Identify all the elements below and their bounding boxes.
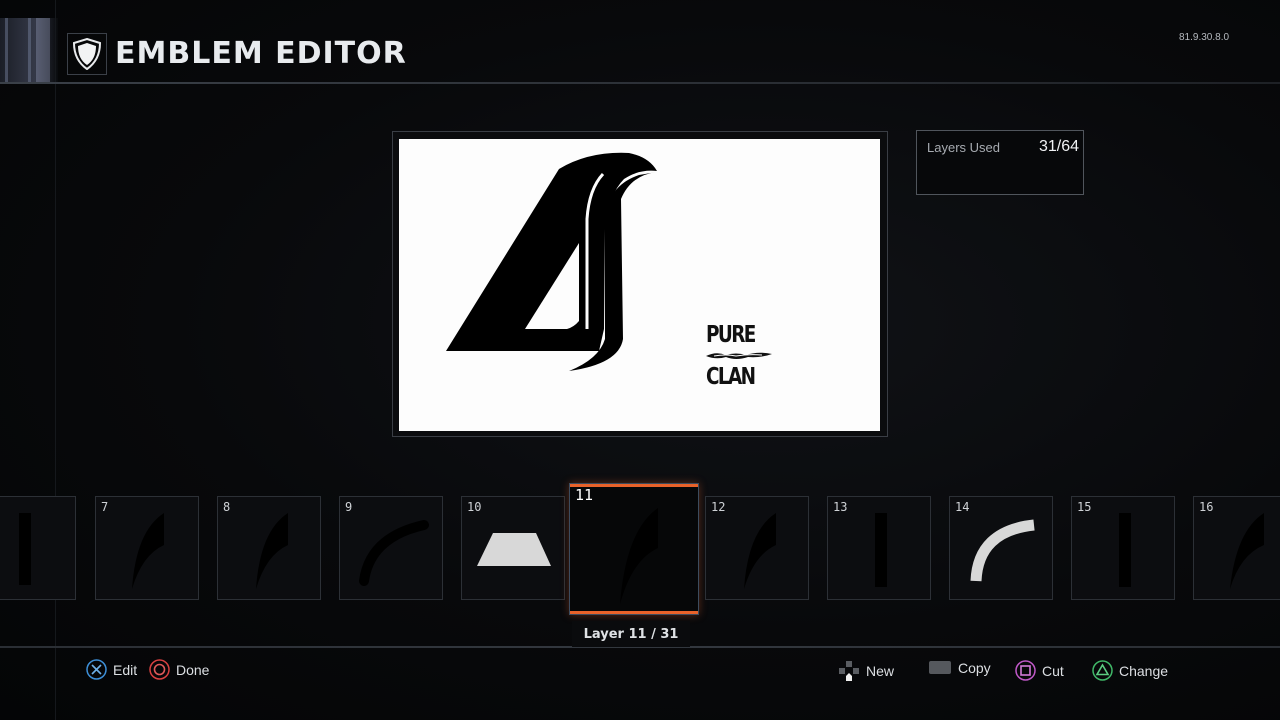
- done-button[interactable]: Done: [149, 659, 209, 680]
- layers-used-label: Layers Used: [927, 140, 1000, 155]
- touchpad-icon: [929, 661, 951, 674]
- layer-tile[interactable]: 7: [95, 496, 199, 600]
- header-icon-frame: [67, 33, 107, 75]
- layers-used-panel: Layers Used 31/64: [916, 130, 1084, 195]
- change-label: Change: [1119, 662, 1169, 679]
- layer-tile[interactable]: [0, 496, 76, 600]
- change-button[interactable]: Change: [1092, 660, 1168, 681]
- copy-label: Copy: [958, 660, 991, 676]
- page-title: EMBLEM EDITOR: [115, 36, 407, 71]
- flame-swoosh-icon: [706, 352, 772, 359]
- shield-icon: [73, 38, 101, 70]
- layer-tile[interactable]: 10: [461, 496, 565, 600]
- canvas-text-line: PURE: [706, 322, 756, 348]
- claw-icon: [744, 513, 776, 589]
- claw-icon: [132, 513, 164, 589]
- edit-button[interactable]: Edit: [86, 659, 137, 680]
- layers-used-value: 31/64: [1038, 138, 1079, 155]
- trapezoid-icon: [477, 533, 551, 566]
- square-button-icon: [1015, 660, 1036, 681]
- dpad-icon: [839, 661, 859, 681]
- layer-strip: 7 8 9 10 11 12 13 14 15 16: [0, 483, 1280, 618]
- layer-tile[interactable]: 8: [217, 496, 321, 600]
- header-divider: [0, 82, 1280, 84]
- version-label: 81.9.30.8.0: [1179, 32, 1230, 43]
- vertical-bar-icon: [875, 513, 887, 587]
- cross-button-icon: [86, 659, 107, 680]
- layer-tile[interactable]: 15: [1071, 496, 1175, 600]
- arc-icon: [359, 520, 429, 586]
- claw-icon: [620, 508, 658, 604]
- selected-layer-label: Layer 11 / 31: [572, 621, 690, 647]
- done-label: Done: [176, 661, 210, 678]
- claw-icon: [1230, 513, 1264, 589]
- canvas-text-line: CLAN: [706, 364, 756, 390]
- new-button[interactable]: New: [838, 660, 894, 682]
- cut-button[interactable]: Cut: [1015, 660, 1064, 681]
- emblem-canvas[interactable]: PURE CLAN: [399, 139, 880, 431]
- claw-icon: [256, 513, 288, 589]
- stylized-4s-logo-icon: [446, 152, 657, 371]
- vertical-bar-icon: [19, 513, 31, 585]
- layer-tile[interactable]: 13: [827, 496, 931, 600]
- header-left-decoration: [0, 18, 58, 84]
- arc-icon: [970, 519, 1035, 582]
- edit-label: Edit: [113, 661, 138, 678]
- layer-tile[interactable]: 9: [339, 496, 443, 600]
- cut-label: Cut: [1042, 662, 1064, 679]
- canvas-text-pure-clan: PURE CLAN: [706, 324, 772, 389]
- layer-tile[interactable]: 14: [949, 496, 1053, 600]
- copy-button[interactable]: Copy: [928, 660, 991, 676]
- triangle-button-icon: [1092, 660, 1113, 681]
- vertical-bar-icon: [1119, 513, 1131, 587]
- layer-tile-selected[interactable]: 11: [569, 483, 699, 615]
- layer-tile[interactable]: 12: [705, 496, 809, 600]
- new-label: New: [866, 663, 895, 679]
- circle-button-icon: [149, 659, 170, 680]
- layer-tile[interactable]: 16: [1193, 496, 1280, 600]
